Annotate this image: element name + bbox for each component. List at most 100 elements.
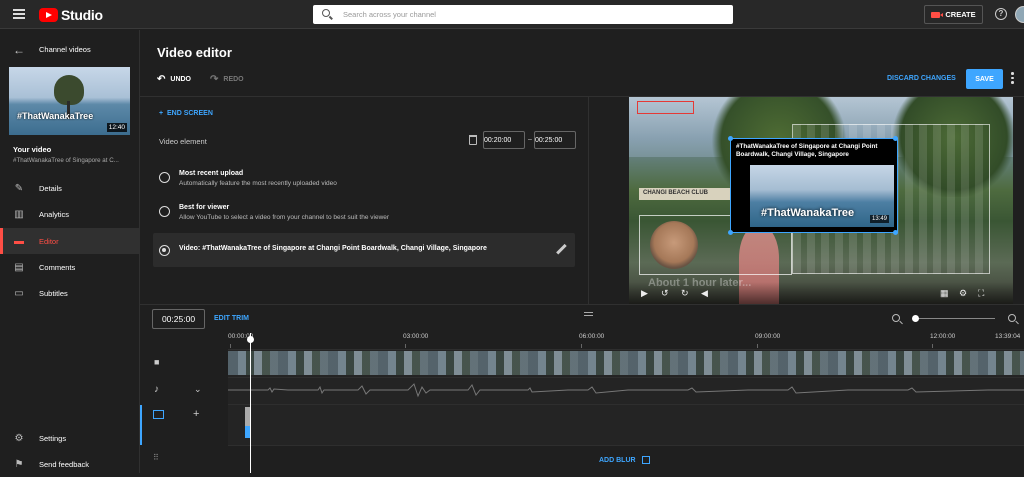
sidebar-item-label: Comments	[39, 262, 76, 272]
play-icon[interactable]: ▶	[641, 288, 648, 299]
sidebar-item-label: Subtitles	[39, 288, 68, 298]
option-description: Allow YouTube to select a video from you…	[179, 214, 390, 221]
zoom-in-icon[interactable]	[1008, 314, 1016, 322]
option-title: Video: #ThatWanakaTree of Singapore at C…	[179, 245, 487, 252]
option-best-for-viewer[interactable]: Best for viewer Allow YouTube to select …	[159, 204, 389, 221]
external-link-icon	[641, 456, 650, 464]
video-preview[interactable]: CHANGI BEACH CLUB #ThatWanakaTree of Sin…	[629, 97, 1013, 304]
avatar[interactable]	[1015, 6, 1024, 23]
video-element-card[interactable]: #ThatWanakaTree of Singapore at Changi P…	[730, 138, 898, 233]
option-title: Best for viewer	[179, 204, 230, 211]
video-camera-icon	[931, 11, 944, 18]
comments-icon: ▤	[14, 261, 24, 273]
sidebar-item-label: Settings	[39, 433, 67, 443]
ruler-tick	[757, 344, 758, 348]
option-most-recent-upload[interactable]: Most recent upload Automatically feature…	[159, 170, 337, 187]
ruler-label: 06:00:00	[579, 333, 605, 340]
video-filmstrip[interactable]	[228, 351, 1024, 375]
resize-handle[interactable]	[728, 230, 733, 235]
end-screen-icon	[153, 410, 164, 419]
add-blur-button[interactable]: ADD BLUR	[599, 456, 650, 464]
selected-track-indicator	[140, 405, 142, 445]
zoom-slider-knob[interactable]	[912, 315, 919, 322]
add-end-screen-button[interactable]: + END SCREEN	[159, 110, 213, 117]
playhead-handle[interactable]	[247, 336, 254, 343]
sidebar-item-label: Send feedback	[39, 459, 90, 469]
sidebar-item-settings[interactable]: ⚙ Settings	[0, 425, 139, 451]
create-label: CREATE	[945, 10, 976, 19]
back-arrow-icon[interactable]: ←	[13, 43, 25, 57]
add-blur-label: ADD BLUR	[599, 456, 636, 464]
top-bar: Studio CREATE ?	[0, 0, 1024, 29]
undo-label: UNDO	[170, 76, 192, 83]
sidebar-item-editor[interactable]: ▬ Editor	[0, 228, 139, 254]
studio-logo[interactable]: Studio	[39, 7, 103, 23]
editor-icon: ▬	[14, 235, 24, 247]
ruler-label: 03:00:00	[403, 333, 429, 340]
waveform-graphic	[228, 383, 1024, 398]
drag-handle-icon[interactable]	[584, 312, 593, 318]
option-specific-video[interactable]: Video: #ThatWanakaTree of Singapore at C…	[159, 243, 487, 256]
help-icon[interactable]: ?	[995, 8, 1007, 20]
resize-handle[interactable]	[893, 136, 898, 141]
option-description: Automatically feature the most recently …	[179, 180, 337, 187]
sidebar-item-label: Analytics	[39, 209, 70, 219]
video-title: #ThatWanakaTree of Singapore at C...	[13, 157, 119, 164]
pencil-icon: ✎	[14, 182, 24, 194]
volume-icon[interactable]: ◀	[701, 288, 708, 299]
radio-button[interactable]	[159, 172, 170, 183]
thumbnail-duration: 12:40	[106, 123, 127, 132]
sidebar-item-label: Editor	[39, 236, 59, 246]
video-camera-icon: ■	[154, 357, 160, 367]
edit-trim-button[interactable]: EDIT TRIM	[214, 315, 249, 322]
start-time-input[interactable]	[483, 131, 525, 149]
blur-track-label: ⠿	[140, 445, 228, 473]
redo-label: REDO	[223, 76, 244, 83]
trash-icon[interactable]	[469, 135, 477, 145]
sidebar-item-details[interactable]: ✎ Details	[0, 175, 139, 201]
ruler-label: 12:00:00	[930, 333, 956, 340]
card-duration: 13:49	[869, 215, 889, 223]
forward-icon[interactable]: ↻	[681, 288, 689, 299]
add-icon[interactable]: +	[193, 408, 199, 420]
blur-track	[140, 445, 1024, 473]
video-thumbnail[interactable]: #ThatWanakaTree 12:40	[9, 67, 130, 135]
more-options-icon[interactable]	[1011, 72, 1014, 86]
sidebar-item-subtitles[interactable]: ▭ Subtitles	[0, 280, 139, 306]
end-time-input[interactable]	[534, 131, 576, 149]
edit-pencil-icon[interactable]	[556, 244, 566, 254]
rewind-icon[interactable]: ↺	[661, 288, 669, 299]
timeline-current-time[interactable]: 00:25:00	[152, 309, 205, 329]
active-indicator	[0, 228, 3, 254]
create-button[interactable]: CREATE	[924, 5, 983, 24]
page-title: Video editor	[157, 45, 232, 60]
brand-label: Studio	[61, 7, 103, 23]
zoom-out-icon[interactable]	[892, 314, 900, 322]
chevron-down-icon[interactable]: ⌄	[194, 384, 202, 395]
subtitles-icon: ▭	[14, 287, 24, 299]
sidebar-item-comments[interactable]: ▤ Comments	[0, 254, 139, 280]
search-input[interactable]	[343, 5, 723, 24]
save-button[interactable]: SAVE	[966, 69, 1003, 89]
back-label[interactable]: Channel videos	[39, 45, 91, 54]
sidebar-item-send-feedback[interactable]: ⚑ Send feedback	[0, 451, 139, 477]
radio-button-selected[interactable]	[159, 245, 170, 256]
ruler-tick	[405, 344, 406, 348]
audio-waveform[interactable]	[228, 381, 1024, 399]
resize-handle[interactable]	[728, 136, 733, 141]
zoom-slider[interactable]	[915, 318, 995, 319]
discard-changes-button[interactable]: DISCARD CHANGES	[887, 75, 956, 82]
grid-icon[interactable]: ▦	[940, 288, 949, 299]
resize-handle[interactable]	[893, 230, 898, 235]
settings-icon[interactable]: ⚙	[959, 288, 967, 299]
sidebar-item-analytics[interactable]: ▥ Analytics	[0, 201, 139, 227]
undo-button[interactable]: ↶ UNDO	[157, 74, 191, 85]
fullscreen-icon[interactable]: ⛶	[978, 288, 984, 299]
channel-avatar	[650, 221, 698, 269]
redo-button[interactable]: ↷ REDO	[210, 74, 244, 85]
feedback-icon: ⚑	[14, 458, 24, 470]
radio-button[interactable]	[159, 206, 170, 217]
menu-icon[interactable]	[13, 9, 25, 19]
search-bar[interactable]	[313, 5, 733, 24]
playhead[interactable]	[250, 333, 251, 473]
